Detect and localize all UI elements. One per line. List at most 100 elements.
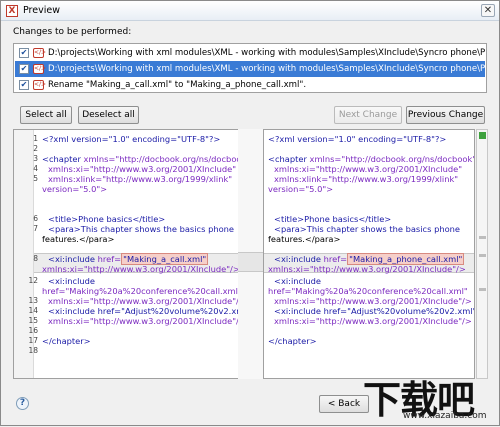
code-text: href="Making%20a%20conference%20call.xml…: [42, 286, 239, 296]
code-line: <xi:include href="Adjust%20volume%20v2.x…: [274, 306, 475, 316]
code-line: <xi:include: [274, 276, 321, 286]
line-number: 5: [33, 174, 38, 183]
diff-connector-strip: [238, 129, 264, 379]
change-checkbox[interactable]: ✔: [19, 80, 29, 90]
window-title: Preview: [23, 5, 60, 16]
code-text: xmlns:xi="http://www.w3.org/2001/XInclud…: [274, 316, 472, 326]
overview-marker[interactable]: [479, 288, 486, 291]
change-item[interactable]: ✔ </> D:\projects\Working with xml modul…: [15, 61, 485, 77]
watermark-logo: 下载吧 www.xiazaiba.com: [357, 365, 500, 427]
preview-dialog: X Preview ✕ Changes to be performed: ✔ <…: [0, 0, 500, 426]
code-line: xmlns:xi="http://www.w3.org/2001/XInclud…: [274, 296, 472, 306]
watermark-url: www.xiazaiba.com: [403, 411, 487, 421]
changes-list: ✔ </> D:\projects\Working with xml modul…: [13, 43, 487, 93]
code-text: href="Making%20a%20conference%20call.xml…: [268, 286, 468, 296]
title-bar[interactable]: X Preview ✕: [1, 1, 499, 21]
previous-change-button[interactable]: Previous Change: [406, 106, 485, 124]
change-item[interactable]: ✔ </> D:\projects\Working with xml modul…: [15, 45, 485, 61]
code-line: <xi:include href= "Making_a_phone_call.xm…: [274, 253, 465, 265]
code-text: <xi:include href="Adjust%20volume%20v2.x…: [48, 306, 239, 316]
code-text: xmlns:xi="http://www.w3.org/2001/XInclud…: [268, 264, 466, 274]
code-text: version="5.0">: [42, 184, 108, 194]
code-text: features.</para>: [268, 234, 341, 244]
code-text: version="5.0">: [268, 184, 334, 194]
code-text: <title>Phone basics</title>: [274, 214, 392, 224]
right-compare-pane[interactable]: <?xml version="1.0" encoding="UTF-8"?> <…: [263, 129, 475, 379]
code-text: xmlns:xlink="http://www.w3.org/1999/xlin…: [48, 174, 233, 184]
code-line: <chapter xmlns="http://docbook.org/ns/do…: [268, 154, 475, 164]
no-diff-indicator: [479, 132, 486, 139]
code-text: </chapter>: [268, 336, 317, 346]
change-checkbox[interactable]: ✔: [19, 48, 29, 58]
xml-file-icon: </>: [33, 64, 47, 74]
close-button[interactable]: ✕: [481, 4, 495, 17]
code-text: <xi:include: [48, 254, 96, 264]
line-number: 18: [28, 346, 38, 355]
code-line: href="Making%20a%20conference%20call.xml…: [268, 286, 468, 296]
line-number: 15: [28, 316, 38, 325]
change-item[interactable]: ✔ </> Rename "Making_a_call.xml" to "Mak…: [15, 77, 485, 93]
code-line: <para>This chapter shows the basics phon…: [274, 224, 460, 234]
code-text: xmlns:xi="http://www.w3.org/2001/XInclud…: [48, 316, 239, 326]
code-line: <title>Phone basics</title>: [274, 214, 391, 224]
line-number: 3: [33, 154, 38, 163]
line-number: 17: [28, 336, 38, 345]
code-line: xmlns:xi="http://www.w3.org/2001/XInclud…: [268, 264, 466, 274]
overview-marker[interactable]: [479, 236, 486, 239]
code-text: <para>This chapter shows the basics phon…: [274, 224, 461, 234]
code-text: <xi:include: [48, 276, 96, 286]
code-text: <?xml version="1.0" encoding="UTF-8"?>: [42, 134, 221, 144]
code-text: <?xml version="1.0" encoding="UTF-8"?>: [268, 134, 447, 144]
code-line: xmlns:xi="http://www.w3.org/2001/XInclud…: [274, 316, 472, 326]
line-number: 8: [33, 254, 38, 263]
code-text: xmlns="http://docbook.org/ns/docbook": [309, 154, 475, 164]
code-text: <xi:include: [274, 254, 322, 264]
code-text: xmlns:xi="http://www.w3.org/2001/XInclud…: [48, 164, 237, 174]
change-text: Rename "Making_a_call.xml" to "Making_a_…: [48, 80, 307, 90]
overview-marker[interactable]: [479, 254, 486, 257]
next-change-button[interactable]: Next Change: [334, 106, 402, 124]
code-text: features.</para>: [42, 234, 115, 244]
line-number: 13: [28, 296, 38, 305]
line-number: 7: [33, 224, 38, 233]
line-number: 12: [28, 276, 38, 285]
code-line: features.</para>: [268, 234, 340, 244]
line-number: 4: [33, 164, 38, 173]
change-text: D:\projects\Working with xml modules\XML…: [48, 64, 485, 74]
line-number: 14: [28, 306, 38, 315]
diff-overview-ruler[interactable]: [476, 129, 488, 379]
line-number: 1: [33, 134, 38, 143]
code-line: <?xml version="1.0" encoding="UTF-8"?>: [268, 134, 446, 144]
code-text: <xi:include href="Adjust%20volume%20v2.x…: [274, 306, 475, 316]
select-all-button[interactable]: Select all: [20, 106, 72, 124]
code-line: version="5.0">: [268, 184, 333, 194]
code-text: xmlns:xlink="http://www.w3.org/1999/xlin…: [274, 174, 459, 184]
code-text: xmlns:xi="http://www.w3.org/2001/XInclud…: [48, 296, 239, 306]
code-text: href=: [323, 254, 348, 264]
code-text: <chapter: [268, 154, 307, 164]
change-text: D:\projects\Working with xml modules\XML…: [48, 48, 485, 58]
changes-label: Changes to be performed:: [13, 27, 132, 37]
xml-file-icon: </>: [33, 48, 47, 58]
code-line: </chapter>: [268, 336, 317, 346]
code-text: <chapter: [42, 154, 81, 164]
deselect-all-button[interactable]: Deselect all: [78, 106, 139, 124]
line-number: 2: [33, 144, 38, 153]
code-text: xmlns:xi="http://www.w3.org/2001/XInclud…: [274, 164, 463, 174]
code-text: <xi:include: [274, 276, 322, 286]
code-line: xmlns:xi="http://www.w3.org/2001/XInclud…: [274, 164, 462, 174]
code-text: xmlns="http://docbook.org/ns/docbook": [83, 154, 239, 164]
code-text: xmlns:xi="http://www.w3.org/2001/XInclud…: [42, 264, 239, 274]
code-text: href=: [97, 254, 122, 264]
help-icon[interactable]: ?: [16, 397, 29, 410]
code-text: xmlns:xi="http://www.w3.org/2001/XInclud…: [274, 296, 472, 306]
code-text: <title>Phone basics</title>: [48, 214, 166, 224]
change-checkbox[interactable]: ✔: [19, 64, 29, 74]
line-number: 6: [33, 214, 38, 223]
code-line: xmlns:xlink="http://www.w3.org/1999/xlin…: [274, 174, 458, 184]
code-text: <para>This chapter shows the basics phon…: [48, 224, 235, 234]
line-number: 16: [28, 326, 38, 335]
left-compare-pane[interactable]: 1 <?xml version="1.0" encoding="UTF-8"?> …: [13, 129, 239, 379]
code-text: </chapter>: [42, 336, 91, 346]
diff-connector: [238, 252, 264, 272]
